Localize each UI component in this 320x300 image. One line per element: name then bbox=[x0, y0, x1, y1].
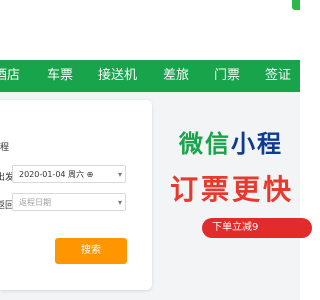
main-nav: 酒店 车票 接送机 差旅 门票 签证 bbox=[0, 60, 300, 92]
nav-item-visa[interactable]: 签证 bbox=[265, 60, 291, 92]
return-date-field[interactable]: 返程日期 ▾ bbox=[12, 193, 126, 211]
promo-banner[interactable]: 微信小程 订票更快 下单立减9 bbox=[152, 100, 312, 290]
banner-subheadline: 订票更快 bbox=[170, 173, 295, 206]
depart-date-field[interactable]: 2020-01-04 周六 ⊕ ▾ bbox=[12, 165, 126, 183]
trip-label: 程 bbox=[0, 143, 10, 153]
top-header bbox=[0, 0, 300, 60]
search-button[interactable]: 搜索 bbox=[55, 238, 127, 264]
banner-headline: 微信小程 bbox=[179, 124, 283, 159]
banner-miniprogram-text: 小程 bbox=[231, 130, 283, 158]
corner-logo-mark bbox=[292, 0, 300, 10]
chevron-down-icon: ▾ bbox=[117, 198, 122, 207]
nav-item-attraction-tickets[interactable]: 门票 bbox=[214, 60, 240, 92]
nav-item-tickets[interactable]: 车票 bbox=[47, 60, 73, 92]
banner-wechat-text: 微信 bbox=[179, 130, 231, 158]
nav-item-transfer[interactable]: 接送机 bbox=[98, 60, 137, 92]
return-date-placeholder: 返程日期 bbox=[19, 198, 51, 207]
banner-discount-pill: 下单立减9 bbox=[202, 218, 312, 238]
chevron-down-icon: ▾ bbox=[117, 170, 122, 179]
nav-item-business-travel[interactable]: 差旅 bbox=[163, 60, 189, 92]
depart-date-value: 2020-01-04 周六 ⊕ bbox=[19, 170, 94, 179]
nav-item-hotel[interactable]: 酒店 bbox=[0, 60, 20, 92]
